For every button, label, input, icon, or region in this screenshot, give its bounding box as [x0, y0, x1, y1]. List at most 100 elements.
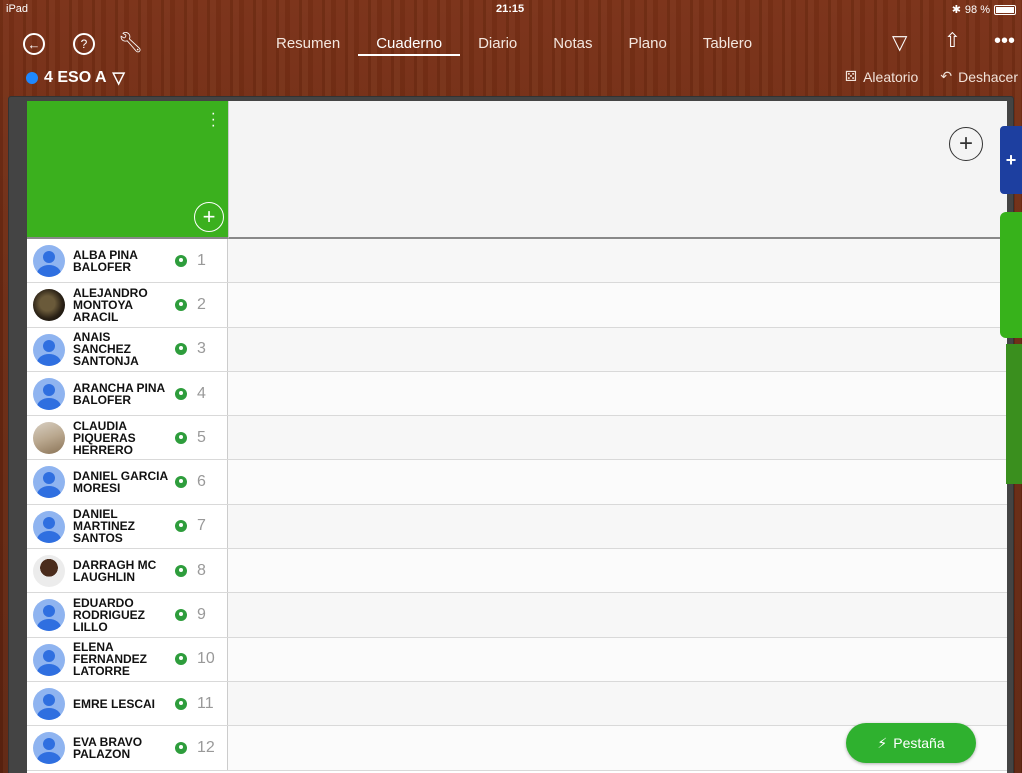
status-device: iPad: [6, 3, 29, 15]
undo-icon: ↶: [940, 68, 953, 84]
grade-cell[interactable]: [228, 239, 1007, 283]
tab-plano[interactable]: Plano: [610, 34, 684, 56]
student-cell[interactable]: ANAIS SANCHEZ SANTONJA 3: [27, 327, 228, 371]
tab-diario[interactable]: Diario: [460, 34, 535, 56]
add-tab-button[interactable]: +: [1000, 126, 1022, 194]
student-number: 2: [197, 295, 206, 313]
battery-percent: 98 %: [964, 3, 990, 16]
more-icon[interactable]: •••: [994, 30, 1015, 53]
student-number: 1: [197, 251, 206, 269]
gradebook-grid: · · · + + ALBA PINA BALOFER 1 ALEJANDRO MONT…: [27, 101, 1007, 773]
student-row[interactable]: CLAUDIA PIQUERAS HERRERO 5: [27, 416, 1007, 461]
help-icon[interactable]: ?: [73, 33, 95, 55]
class-selector[interactable]: 4 ESO A ▽: [26, 68, 125, 88]
status-dot-icon: [175, 298, 187, 311]
tab-resumen[interactable]: Resumen: [258, 34, 358, 56]
pestana-label: Pestaña: [893, 735, 945, 751]
student-cell[interactable]: DARRAGH MC LAUGHLIN 8: [27, 549, 228, 593]
avatar[interactable]: [33, 245, 65, 277]
grade-cell[interactable]: [228, 549, 1007, 593]
grade-cell[interactable]: [228, 504, 1007, 549]
student-row[interactable]: ANAIS SANCHEZ SANTONJA 3: [27, 327, 1007, 372]
student-row[interactable]: ELENA FERNANDEZ LATORRE 10: [27, 637, 1007, 682]
avatar[interactable]: [33, 687, 65, 720]
avatar[interactable]: [33, 289, 65, 322]
grade-cell[interactable]: [228, 371, 1007, 416]
student-row[interactable]: DANIEL MARTINEZ SANTOS 7: [27, 504, 1007, 550]
student-row[interactable]: EDUARDO RODRIGUEZ LILLO 9: [27, 593, 1007, 638]
avatar[interactable]: [33, 422, 65, 455]
student-name: EDUARDO RODRIGUEZ LILLO: [73, 596, 145, 635]
right-actions: ⚄ Aleatorio ↶ Deshacer: [845, 68, 1018, 85]
tab-tablero[interactable]: Tablero: [685, 34, 770, 56]
student-name: ALBA PINA BALOFER: [73, 247, 138, 274]
student-cell[interactable]: ELENA FERNANDEZ LATORRE 10: [27, 637, 228, 681]
wrench-icon[interactable]: 🔧︎: [118, 30, 143, 55]
student-number: 7: [197, 517, 206, 535]
grade-cell[interactable]: [228, 283, 1007, 327]
avatar[interactable]: [33, 643, 65, 676]
student-name: ARANCHA PINA BALOFER: [73, 380, 165, 407]
status-dot-icon: [175, 476, 187, 489]
avatar[interactable]: [33, 466, 65, 499]
student-name: DARRAGH MC LAUGHLIN: [73, 557, 157, 584]
student-number: 4: [197, 384, 206, 402]
undo-label: Deshacer: [958, 68, 1018, 85]
student-number: 10: [197, 650, 215, 668]
student-row[interactable]: DANIEL GARCIA MORESI 6: [27, 460, 1007, 505]
back-icon[interactable]: ←: [23, 33, 45, 55]
student-row[interactable]: DARRAGH MC LAUGHLIN 8: [27, 549, 1007, 594]
avatar[interactable]: [33, 377, 65, 410]
tab-cuaderno[interactable]: Cuaderno: [358, 34, 461, 56]
student-cell[interactable]: EMRE LESCAI 11: [27, 681, 228, 726]
student-name: ELENA FERNANDEZ LATORRE: [73, 640, 147, 679]
bluetooth-icon: ✱: [951, 4, 961, 16]
avatar[interactable]: [33, 333, 65, 366]
student-cell[interactable]: CLAUDIA PIQUERAS HERRERO 5: [27, 416, 228, 460]
student-name: EVA BRAVO PALAZON: [73, 734, 143, 761]
student-cell[interactable]: EVA BRAVO PALAZON 12: [27, 726, 228, 770]
student-number: 6: [197, 473, 206, 491]
avatar[interactable]: [33, 555, 65, 588]
student-cell[interactable]: ALEJANDRO MONTOYA ARACIL 2: [27, 283, 228, 327]
status-dot-icon: [175, 697, 187, 710]
student-cell[interactable]: DANIEL MARTINEZ SANTOS 7: [27, 504, 228, 549]
student-name: DANIEL MARTINEZ SANTOS: [73, 507, 135, 546]
student-cell[interactable]: DANIEL GARCIA MORESI 6: [27, 460, 228, 504]
student-row[interactable]: ARANCHA PINA BALOFER 4: [27, 371, 1007, 417]
share-icon[interactable]: ⇧: [944, 28, 961, 53]
add-column-button[interactable]: +: [949, 127, 983, 161]
status-dot-icon: [175, 254, 187, 267]
avatar[interactable]: [33, 732, 65, 765]
grade-cell[interactable]: [228, 460, 1007, 504]
side-tab-green[interactable]: [1000, 212, 1022, 338]
student-rows: ALBA PINA BALOFER 1 ALEJANDRO MONTOYA ARAC…: [27, 239, 1007, 771]
grade-cell[interactable]: [228, 681, 1007, 726]
student-cell[interactable]: ALBA PINA BALOFER 1: [27, 239, 228, 283]
grade-cell[interactable]: [228, 327, 1007, 371]
side-tab-green-secondary[interactable]: [1006, 344, 1022, 484]
student-number: 3: [197, 340, 206, 358]
student-name: ALEJANDRO MONTOYA ARACIL: [73, 285, 148, 324]
student-row[interactable]: ALBA PINA BALOFER 1: [27, 239, 1007, 284]
status-time: 21:15: [496, 3, 525, 15]
student-row[interactable]: EMRE LESCAI 11: [27, 681, 1007, 727]
avatar[interactable]: [33, 510, 65, 543]
student-row[interactable]: ALEJANDRO MONTOYA ARACIL 2: [27, 283, 1007, 328]
lightning-icon: ⚡︎: [877, 734, 888, 751]
add-student-button[interactable]: +: [194, 202, 224, 232]
student-cell[interactable]: ARANCHA PINA BALOFER 4: [27, 371, 228, 416]
column-menu-icon[interactable]: · · ·: [211, 106, 216, 134]
tab-notas[interactable]: Notas: [535, 34, 610, 56]
avatar[interactable]: [33, 599, 65, 632]
random-button[interactable]: ⚄ Aleatorio: [845, 68, 918, 85]
student-number: 8: [197, 561, 206, 579]
grade-cell[interactable]: [228, 637, 1007, 681]
pestana-button[interactable]: ⚡︎ Pestaña: [846, 723, 976, 763]
grade-cell[interactable]: [228, 593, 1007, 637]
student-cell[interactable]: EDUARDO RODRIGUEZ LILLO 9: [27, 593, 228, 637]
undo-button[interactable]: ↶ Deshacer: [940, 68, 1018, 85]
grade-cell[interactable]: [228, 416, 1007, 460]
status-bar: iPad 21:15 ✱ 98 %: [0, 0, 1022, 20]
filter-icon[interactable]: ▽: [892, 30, 907, 55]
